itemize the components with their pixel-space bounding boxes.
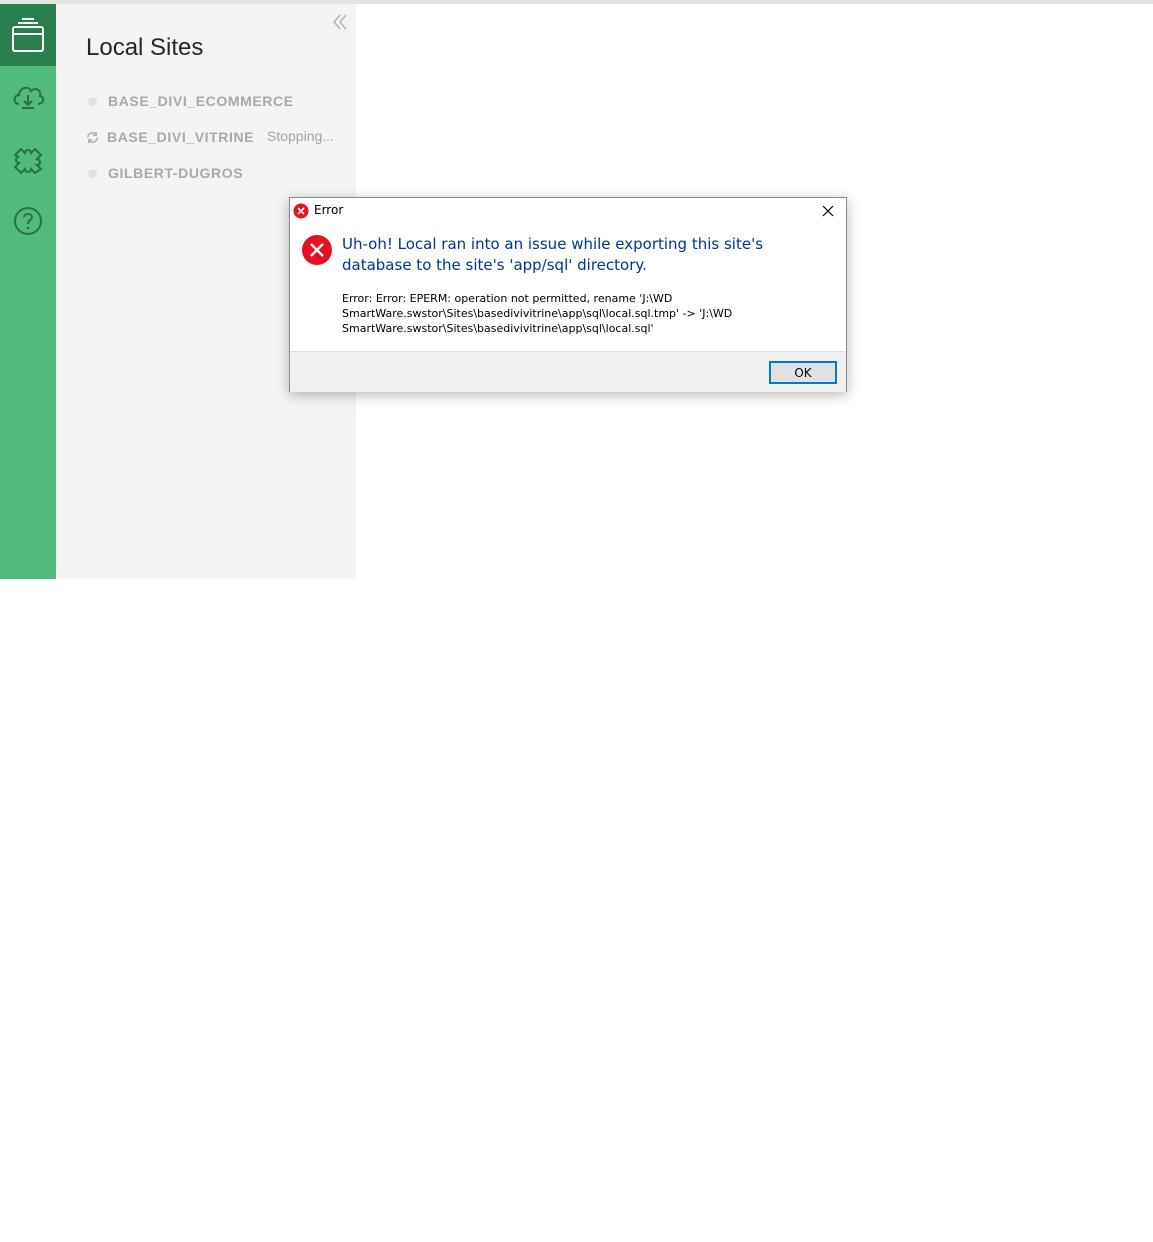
- spinner-icon: [85, 129, 101, 145]
- nav-sites[interactable]: [0, 4, 56, 66]
- error-large-icon: [302, 235, 332, 265]
- error-dialog: Error Uh-oh! Local ran into an issue whi…: [289, 197, 847, 392]
- nav-help[interactable]: [0, 190, 56, 252]
- dialog-error-detail: Error: Error: EPERM: operation not permi…: [342, 291, 822, 336]
- cloud-connect-icon: [13, 86, 45, 109]
- detail-line: SmartWare.swstor\Sites\basedivivitrine\a…: [342, 307, 733, 320]
- site-item-base-divi-ecommerce[interactable]: BASE_DIVI_ECOMMERCE: [86, 91, 294, 111]
- site-name: BASE_DIVI_VITRINE: [107, 129, 255, 145]
- site-item-base-divi-vitrine[interactable]: BASE_DIVI_VITRINE: [86, 127, 254, 147]
- detail-line: SmartWare.swstor\Sites\basedivivitrine\a…: [342, 322, 654, 335]
- sites-icon: [12, 18, 44, 52]
- site-name: BASE_DIVI_ECOMMERCE: [108, 93, 294, 109]
- dialog-footer: OK: [290, 351, 846, 392]
- add-ons-puzzle-icon: [13, 147, 43, 175]
- status-dot-icon: [88, 168, 97, 178]
- error-icon: [293, 203, 309, 219]
- status-dot-icon: [88, 96, 97, 106]
- dialog-titlebar[interactable]: Error: [290, 198, 846, 224]
- nav-add-ons[interactable]: [0, 128, 56, 190]
- close-button[interactable]: [810, 198, 846, 224]
- dialog-title: Error: [314, 203, 344, 217]
- page-title: Local Sites: [86, 34, 204, 61]
- dialog-main-instruction: Uh-oh! Local ran into an issue while exp…: [342, 235, 764, 274]
- ok-button[interactable]: OK: [769, 361, 837, 384]
- nav-connect[interactable]: [0, 66, 56, 128]
- help-icon: [14, 207, 42, 235]
- close-icon: [822, 205, 834, 217]
- double-chevron-left-icon: [332, 14, 347, 30]
- site-item-gilbert-dugros[interactable]: GILBERT-DUGROS: [86, 163, 243, 183]
- site-name: GILBERT-DUGROS: [108, 165, 244, 181]
- site-status-text: Stopping...: [267, 128, 334, 144]
- collapse-sidebar-button[interactable]: [332, 12, 348, 32]
- detail-line: Error: Error: EPERM: operation not permi…: [342, 292, 673, 305]
- nav-rail: [0, 4, 56, 579]
